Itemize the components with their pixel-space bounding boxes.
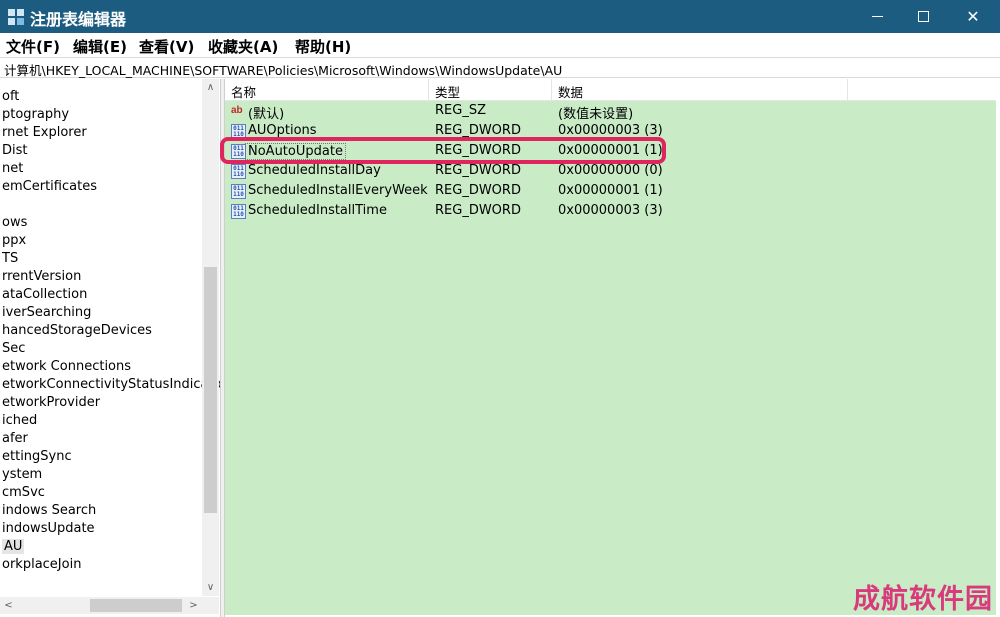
scroll-left-arrow-icon[interactable]: < — [0, 597, 17, 614]
scroll-up-arrow-icon[interactable]: ∧ — [202, 79, 219, 96]
value-row[interactable]: 011 110 ScheduledInstallTime REG_DWORD 0x… — [225, 201, 996, 221]
value-type: REG_DWORD — [435, 163, 521, 178]
tree-item[interactable]: afer — [2, 431, 28, 446]
value-type: REG_DWORD — [435, 183, 521, 198]
tree-item[interactable]: etwork Connections — [2, 359, 131, 374]
value-name: (默认) — [248, 107, 285, 122]
title-bar: 注册表编辑器 ✕ — [0, 0, 1000, 33]
address-path[interactable]: 计算机\HKEY_LOCAL_MACHINE\SOFTWARE\Policies… — [4, 60, 562, 79]
value-row[interactable]: 011 110 ScheduledInstallEveryWeek REG_DWO… — [225, 181, 996, 201]
scroll-down-arrow-icon[interactable]: ∨ — [202, 579, 219, 596]
dword-value-icon: 011 110 — [231, 204, 246, 219]
tree-item[interactable]: iched — [2, 413, 37, 428]
value-name: ScheduledInstallDay — [248, 163, 381, 178]
menu-favorites[interactable]: 收藏夹(A) — [208, 36, 278, 57]
maximize-icon — [917, 11, 929, 22]
value-data: (数值未设置) — [558, 107, 634, 122]
tree-item[interactable]: emCertificates — [2, 179, 97, 194]
value-data: 0x00000001 (1) — [558, 183, 663, 198]
minimize-icon — [871, 16, 883, 17]
column-header-data[interactable]: 数据 — [552, 79, 848, 101]
maximize-button[interactable] — [900, 0, 946, 33]
value-data: 0x00000003 (3) — [558, 203, 663, 218]
tree-item[interactable]: ataCollection — [2, 287, 87, 302]
menu-view[interactable]: 查看(V) — [139, 36, 194, 57]
tree-item[interactable]: oft — [2, 89, 19, 104]
address-bar[interactable]: 计算机\HKEY_LOCAL_MACHINE\SOFTWARE\Policies… — [0, 57, 1000, 78]
key-tree[interactable]: oft ptography rnet Explorer Dist net emC… — [0, 79, 220, 617]
value-type: REG_DWORD — [435, 203, 521, 218]
tree-item[interactable]: indowsUpdate — [2, 521, 95, 536]
menu-edit[interactable]: 编辑(E) — [73, 36, 127, 57]
tree-item[interactable]: rrentVersion — [2, 269, 81, 284]
tree-item[interactable]: cmSvc — [2, 485, 45, 500]
scroll-right-arrow-icon[interactable]: > — [185, 597, 202, 614]
tree-item[interactable]: rnet Explorer — [2, 125, 87, 140]
tree-item[interactable]: Sec — [2, 341, 25, 356]
tree-item-au-selected[interactable]: AU — [2, 539, 25, 554]
tree-item[interactable]: etworkProvider — [2, 395, 100, 410]
tree-item[interactable]: ows — [2, 215, 27, 230]
tree-item[interactable]: indows Search — [2, 503, 96, 518]
tree-item[interactable]: Dist — [2, 143, 28, 158]
tree-item[interactable]: TS — [2, 251, 18, 266]
column-header-name[interactable]: 名称 — [225, 79, 429, 101]
tree-item[interactable]: ptography — [2, 107, 69, 122]
string-value-icon: ab — [231, 105, 243, 116]
value-name: AUOptions — [248, 123, 317, 138]
minimize-button[interactable] — [854, 0, 900, 33]
tree-item[interactable]: hancedStorageDevices — [2, 323, 152, 338]
value-data: 0x00000000 (0) — [558, 163, 663, 178]
tree-item[interactable]: orkplaceJoin — [2, 557, 81, 572]
watermark: 成航软件园 — [853, 584, 993, 615]
dword-value-icon: 011 110 — [231, 184, 246, 199]
list-header: 名称 类型 数据 — [225, 79, 996, 101]
column-header-type[interactable]: 类型 — [429, 79, 552, 101]
tree-item[interactable]: iverSearching — [2, 305, 91, 320]
tree-item[interactable]: net — [2, 161, 23, 176]
tree-horizontal-scrollbar[interactable]: < > — [0, 597, 219, 614]
value-type: REG_DWORD — [435, 123, 521, 138]
horizontal-scroll-thumb[interactable] — [90, 599, 182, 612]
close-icon: ✕ — [966, 7, 980, 26]
regedit-icon — [8, 9, 24, 25]
value-name: ScheduledInstallEveryWeek — [248, 183, 428, 198]
value-data: 0x00000003 (3) — [558, 123, 663, 138]
menu-file[interactable]: 文件(F) — [6, 36, 60, 57]
value-name: ScheduledInstallTime — [248, 203, 387, 218]
tree-item[interactable]: ppx — [2, 233, 26, 248]
tree-item[interactable]: ystem — [2, 467, 42, 482]
highlight-annotation — [220, 137, 666, 164]
dword-value-icon: 011 110 — [231, 164, 246, 179]
value-type: REG_SZ — [435, 103, 486, 118]
tree-item[interactable]: etworkConnectivityStatusIndicator — [2, 377, 220, 392]
value-row[interactable]: ab (默认) REG_SZ (数值未设置) — [225, 101, 996, 122]
menu-bar: 文件(F) 编辑(E) 查看(V) 收藏夹(A) 帮助(H) — [0, 33, 1000, 57]
tree-item[interactable]: ettingSync — [2, 449, 72, 464]
window-title: 注册表编辑器 — [30, 10, 127, 29]
vertical-scroll-thumb[interactable] — [204, 267, 217, 513]
value-row[interactable]: 011 110 ScheduledInstallDay REG_DWORD 0x0… — [225, 161, 996, 181]
tree-vertical-scrollbar[interactable]: ∧ ∨ — [202, 79, 219, 596]
close-button[interactable]: ✕ — [950, 0, 996, 33]
menu-help[interactable]: 帮助(H) — [295, 36, 351, 57]
